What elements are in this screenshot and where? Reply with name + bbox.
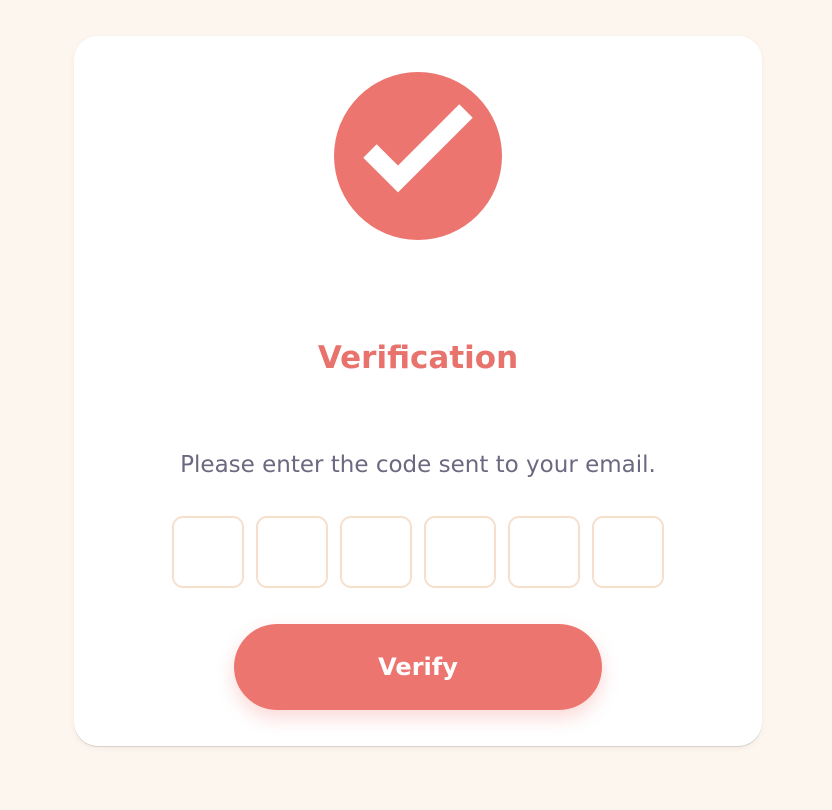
code-digit-1[interactable] [172,516,244,588]
code-digit-5[interactable] [508,516,580,588]
code-digit-3[interactable] [340,516,412,588]
check-icon [363,104,473,193]
instruction-text: Please enter the code sent to your email… [180,452,656,478]
success-badge [334,72,502,240]
verification-card: Verification Please enter the code sent … [74,36,762,746]
page-title: Verification [317,340,519,376]
code-digit-6[interactable] [592,516,664,588]
verify-button[interactable]: Verify [234,624,602,710]
code-input-group [172,516,664,588]
code-digit-2[interactable] [256,516,328,588]
code-digit-4[interactable] [424,516,496,588]
